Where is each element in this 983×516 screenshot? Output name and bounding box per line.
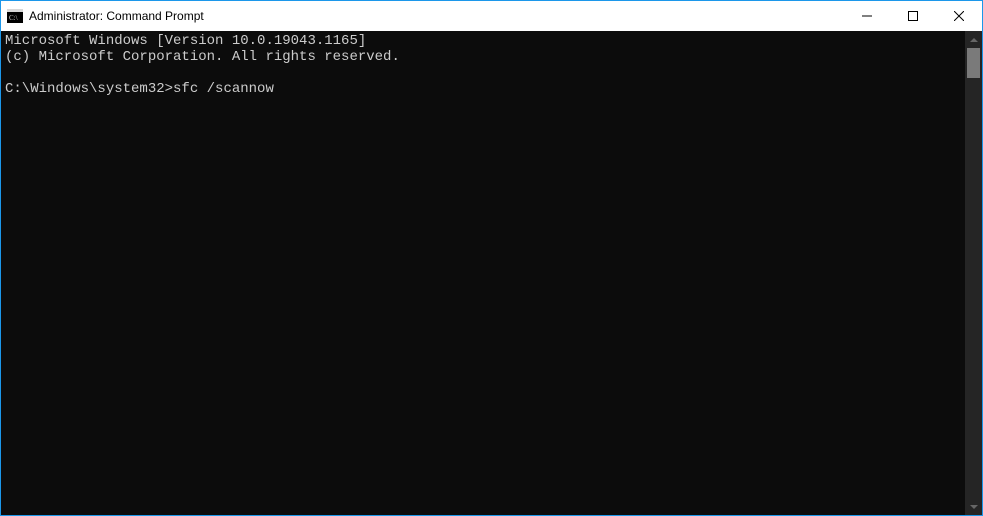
chevron-down-icon: [970, 505, 978, 509]
version-line: Microsoft Windows [Version 10.0.19043.11…: [5, 33, 366, 49]
maximize-button[interactable]: [890, 1, 936, 31]
typed-command: sfc /scannow: [173, 81, 274, 97]
chevron-up-icon: [970, 38, 978, 42]
prompt-text: C:\Windows\system32>: [5, 81, 173, 97]
svg-text:C:\: C:\: [9, 14, 18, 22]
scroll-down-button[interactable]: [965, 498, 982, 515]
copyright-line: (c) Microsoft Corporation. All rights re…: [5, 49, 400, 65]
vertical-scrollbar[interactable]: [965, 31, 982, 515]
window-controls: [844, 1, 982, 31]
cmd-icon: C:\: [7, 8, 23, 24]
minimize-button[interactable]: [844, 1, 890, 31]
scroll-up-button[interactable]: [965, 31, 982, 48]
window-title: Administrator: Command Prompt: [29, 9, 204, 23]
titlebar[interactable]: C:\ Administrator: Command Prompt: [1, 1, 982, 31]
console-area: Microsoft Windows [Version 10.0.19043.11…: [1, 31, 982, 515]
command-prompt-window: C:\ Administrator: Command Prompt Micros…: [0, 0, 983, 516]
console-output[interactable]: Microsoft Windows [Version 10.0.19043.11…: [1, 31, 965, 515]
close-button[interactable]: [936, 1, 982, 31]
scrollbar-thumb[interactable]: [967, 48, 980, 78]
